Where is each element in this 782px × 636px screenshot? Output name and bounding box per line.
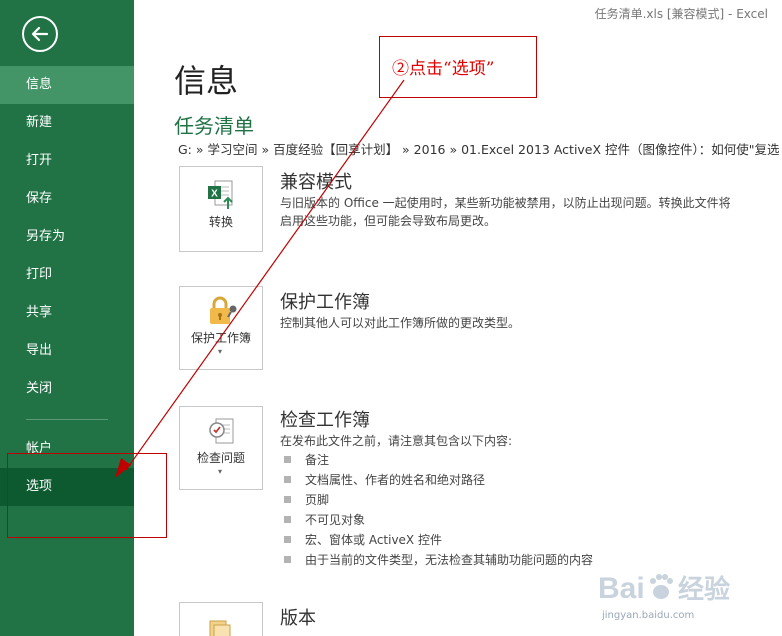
annotation-arrow [115,79,405,478]
watermark-url: jingyan.baidu.com [602,610,695,621]
baidu-paw-logo: Bai 经验 [598,572,730,605]
svg-text:经验: 经验 [678,574,730,605]
svg-text:Bai: Bai [598,572,645,605]
baidu-jingyan-watermark: Bai 经验 jingyan.baidu.com [598,566,748,621]
